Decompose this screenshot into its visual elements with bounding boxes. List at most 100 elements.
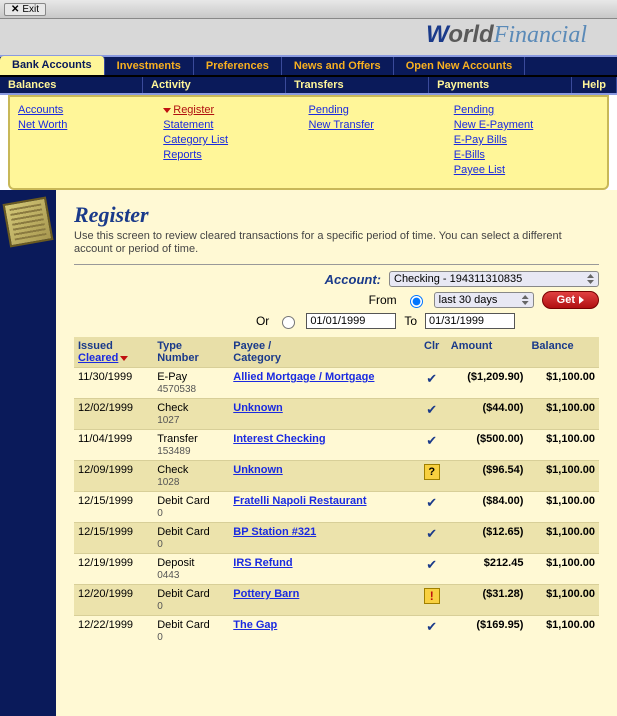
tab-bank-accounts[interactable]: Bank Accounts [0,56,105,75]
cell-clr: ✔ [417,523,447,554]
exit-label: Exit [22,4,39,15]
cell-clr: ✔ [417,368,447,399]
cell-type: E-Pay4570538 [153,368,229,399]
submenu-col-balances: Accounts Net Worth [18,103,163,178]
to-label: To [404,314,417,328]
payee-link[interactable]: The Gap [233,619,277,631]
cell-type: Check1028 [153,461,229,492]
tab-investments[interactable]: Investments [105,57,194,75]
account-label: Account: [325,272,381,287]
col-issued[interactable]: IssuedCleared [74,337,153,368]
get-button[interactable]: Get [542,291,599,309]
cell-payee: IRS Refund [229,554,416,585]
exit-button[interactable]: ✕ Exit [4,3,46,16]
cell-amount: ($96.54) [447,461,528,492]
col-type[interactable]: TypeNumber [153,337,229,368]
table-row: 12/15/1999Debit Card0Fratelli Napoli Res… [74,492,599,523]
col-payee[interactable]: Payee /Category [229,337,416,368]
table-row: 11/30/1999E-Pay4570538 Allied Mortgage / … [74,368,599,399]
cleared-check-icon: ✔ [426,557,437,572]
page-title: Register [74,202,599,228]
cell-balance: $1,100.00 [527,399,599,430]
cell-payee: Unknown [229,461,416,492]
cell-amount: ($31.28) [447,585,528,616]
primary-nav: Bank Accounts Investments Preferences Ne… [0,55,617,77]
link-register[interactable]: Register [163,103,308,118]
date-from-input[interactable] [306,313,396,329]
left-sidebar [0,190,56,716]
tab-news-offers[interactable]: News and Offers [282,57,394,75]
secondary-nav: Balances Activity Transfers Payments Hel… [0,77,617,95]
cell-payee: The Gap [229,616,416,647]
link-transfers-pending[interactable]: Pending [309,103,454,118]
link-accounts[interactable]: Accounts [18,103,163,118]
cell-balance: $1,100.00 [527,554,599,585]
link-new-transfer[interactable]: New Transfer [309,118,454,133]
cell-issued: 12/15/1999 [74,492,153,523]
payee-link[interactable]: Pottery Barn [233,588,299,600]
link-payee-list[interactable]: Payee List [454,163,599,178]
filter-controls: Account: Checking - 194311310835 From la… [74,271,599,329]
table-row: 12/09/1999Check1028Unknown?($96.54)$1,10… [74,461,599,492]
payee-link[interactable]: Allied Mortgage / Mortgage [233,371,374,383]
link-new-epayment[interactable]: New E-Payment [454,118,599,133]
cleared-question-icon: ? [424,464,440,480]
register-book-icon [3,197,54,248]
payee-link[interactable]: BP Station #321 [233,526,316,538]
tab-open-new-accounts[interactable]: Open New Accounts [394,57,526,75]
submenu-col-transfers: Pending New Transfer [309,103,454,178]
subnav-transfers[interactable]: Transfers [286,77,429,93]
cell-amount: ($1,209.90) [447,368,528,399]
sort-desc-icon [120,356,128,361]
link-epay-bills[interactable]: E-Pay Bills [454,133,599,148]
link-payments-pending[interactable]: Pending [454,103,599,118]
table-row: 12/22/1999Debit Card0The Gap✔($169.95)$1… [74,616,599,647]
subnav-payments[interactable]: Payments [429,77,572,93]
payee-link[interactable]: Unknown [233,464,283,476]
cell-payee: Pottery Barn [229,585,416,616]
page-description: Use this screen to review cleared transa… [74,230,599,256]
account-select[interactable]: Checking - 194311310835 [389,271,599,287]
subnav-balances[interactable]: Balances [0,77,143,93]
payee-link[interactable]: Fratelli Napoli Restaurant [233,495,366,507]
window-titlebar: ✕ Exit [0,0,617,19]
cell-issued: 12/19/1999 [74,554,153,585]
subnav-activity[interactable]: Activity [143,77,286,93]
cell-clr: ✔ [417,492,447,523]
cell-issued: 11/04/1999 [74,430,153,461]
link-statement[interactable]: Statement [163,118,308,133]
cleared-alert-icon: ! [424,588,440,604]
cell-payee: BP Station #321 [229,523,416,554]
brand-logo: WorldFinancial [426,21,587,49]
payee-link[interactable]: Interest Checking [233,433,325,445]
subnav-help[interactable]: Help [572,77,617,93]
cell-amount: ($12.65) [447,523,528,554]
link-reports[interactable]: Reports [163,148,308,163]
tab-preferences[interactable]: Preferences [194,57,282,75]
main-content: Register Use this screen to review clear… [56,190,617,716]
cleared-check-icon: ✔ [426,371,437,386]
cell-balance: $1,100.00 [527,523,599,554]
col-balance[interactable]: Balance [527,337,599,368]
col-amount[interactable]: Amount [447,337,528,368]
link-net-worth[interactable]: Net Worth [18,118,163,133]
close-icon: ✕ [11,4,19,15]
cell-payee: Fratelli Napoli Restaurant [229,492,416,523]
cell-balance: $1,100.00 [527,616,599,647]
from-range-radio[interactable] [410,295,423,308]
table-row: 11/04/1999Transfer153489 Interest Checkin… [74,430,599,461]
cell-type: Transfer153489 [153,430,229,461]
payee-link[interactable]: Unknown [233,402,283,414]
col-clr[interactable]: Clr [417,337,447,368]
link-ebills[interactable]: E-Bills [454,148,599,163]
range-select[interactable]: last 30 days [434,292,534,308]
cell-payee: Allied Mortgage / Mortgage [229,368,416,399]
register-table: IssuedCleared TypeNumber Payee /Category… [74,337,599,646]
cell-issued: 11/30/1999 [74,368,153,399]
cell-balance: $1,100.00 [527,430,599,461]
link-category-list[interactable]: Category List [163,133,308,148]
from-date-radio[interactable] [282,316,295,329]
cell-issued: 12/20/1999 [74,585,153,616]
payee-link[interactable]: IRS Refund [233,557,292,569]
date-to-input[interactable] [425,313,515,329]
